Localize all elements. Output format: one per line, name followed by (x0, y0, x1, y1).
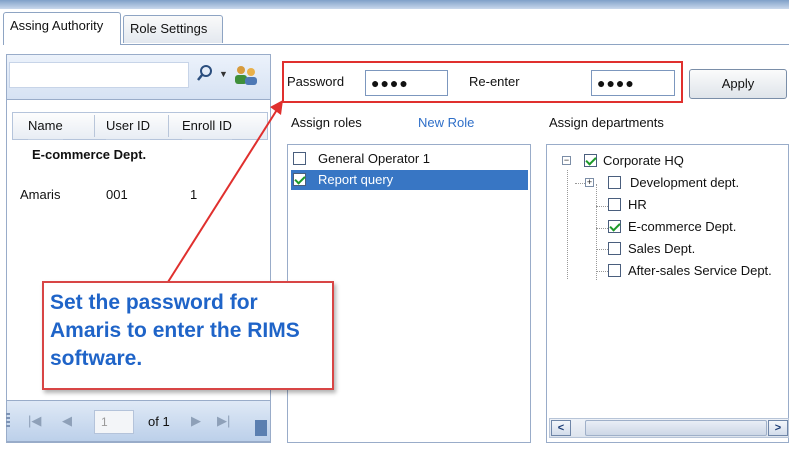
callout-text: Set the password for Amaris to enter the… (50, 291, 300, 370)
